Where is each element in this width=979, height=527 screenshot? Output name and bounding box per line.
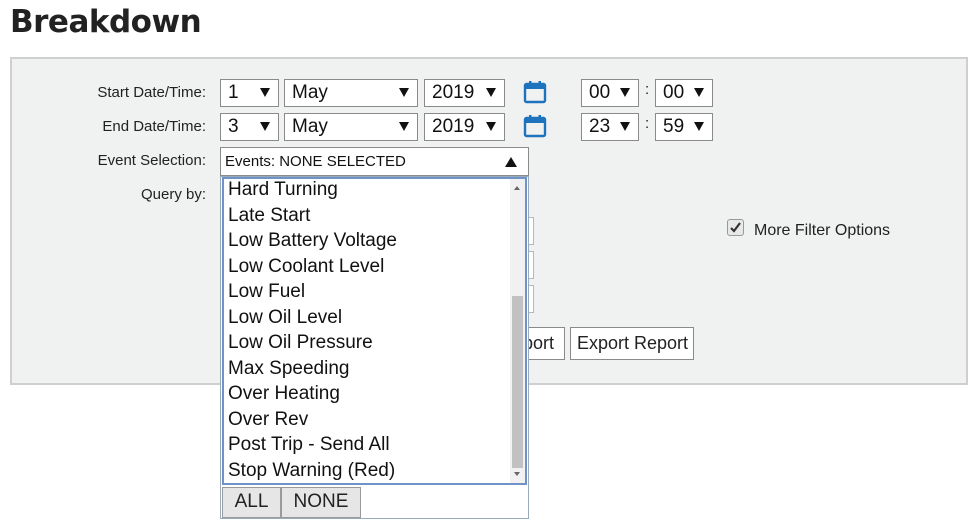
start-month-select[interactable]: May bbox=[284, 79, 418, 107]
list-item[interactable]: Stop Warning (Red) bbox=[228, 460, 395, 482]
start-year-value: 2019 bbox=[432, 82, 475, 103]
events-listbox[interactable]: Hard Turning Late Start Low Battery Volt… bbox=[222, 177, 527, 485]
chevron-down-icon bbox=[486, 88, 496, 97]
chevron-down-icon bbox=[620, 122, 630, 131]
chevron-up-icon bbox=[505, 157, 517, 167]
time-separator: : bbox=[645, 81, 650, 98]
end-day-value: 3 bbox=[228, 116, 239, 137]
list-item[interactable]: Hard Turning bbox=[228, 179, 338, 201]
more-filter-checkbox[interactable] bbox=[727, 219, 744, 236]
list-item[interactable]: Low Oil Pressure bbox=[228, 332, 373, 354]
scroll-down-icon[interactable] bbox=[514, 472, 520, 476]
list-item[interactable]: Over Heating bbox=[228, 383, 340, 405]
list-item[interactable]: Over Rev bbox=[228, 409, 308, 431]
scrollbar-thumb[interactable] bbox=[512, 296, 523, 468]
scroll-up-icon[interactable] bbox=[514, 186, 520, 190]
end-hour-value: 23 bbox=[589, 116, 611, 137]
export-report-button[interactable]: Export Report bbox=[570, 327, 694, 360]
list-item[interactable]: Low Fuel bbox=[228, 281, 305, 303]
chevron-down-icon bbox=[694, 88, 704, 97]
list-item[interactable]: Low Oil Level bbox=[228, 307, 342, 329]
events-select[interactable]: Events: NONE SELECTED bbox=[220, 147, 529, 176]
event-selection-label: Event Selection: bbox=[97, 152, 206, 169]
query-by-label: Query by: bbox=[140, 186, 206, 203]
start-hour-value: 00 bbox=[589, 82, 611, 103]
list-item[interactable]: Late Start bbox=[228, 205, 310, 227]
list-item[interactable]: Low Battery Voltage bbox=[228, 230, 397, 252]
export-report-label: Export Report bbox=[577, 333, 689, 353]
end-minute-value: 59 bbox=[663, 116, 685, 137]
list-item[interactable]: Low Coolant Level bbox=[228, 256, 384, 278]
start-day-select[interactable]: 1 bbox=[220, 79, 279, 107]
select-none-button[interactable]: NONE bbox=[281, 487, 361, 518]
end-year-select[interactable]: 2019 bbox=[424, 113, 505, 141]
end-year-value: 2019 bbox=[432, 116, 475, 137]
chevron-down-icon bbox=[694, 122, 704, 131]
select-all-button[interactable]: ALL bbox=[222, 487, 281, 518]
start-datetime-label: Start Date/Time: bbox=[97, 84, 206, 101]
start-minute-select[interactable]: 00 bbox=[655, 79, 713, 107]
start-year-select[interactable]: 2019 bbox=[424, 79, 505, 107]
page-title: Breakdown bbox=[10, 4, 202, 40]
end-minute-select[interactable]: 59 bbox=[655, 113, 713, 141]
list-item[interactable]: Post Trip - Send All bbox=[228, 434, 390, 456]
calendar-icon[interactable] bbox=[523, 80, 547, 104]
chevron-down-icon bbox=[399, 122, 409, 131]
calendar-icon[interactable] bbox=[523, 114, 547, 138]
chevron-down-icon bbox=[260, 122, 270, 131]
end-datetime-label: End Date/Time: bbox=[102, 118, 206, 135]
end-day-select[interactable]: 3 bbox=[220, 113, 279, 141]
end-month-select[interactable]: May bbox=[284, 113, 418, 141]
more-filter-label: More Filter Options bbox=[754, 222, 891, 239]
start-minute-value: 00 bbox=[663, 82, 685, 103]
start-hour-select[interactable]: 00 bbox=[581, 79, 639, 107]
chevron-down-icon bbox=[620, 88, 630, 97]
end-month-value: May bbox=[292, 116, 328, 137]
chevron-down-icon bbox=[486, 122, 496, 131]
events-dropdown: Hard Turning Late Start Low Battery Volt… bbox=[220, 176, 529, 519]
time-separator: : bbox=[645, 115, 650, 132]
start-day-value: 1 bbox=[228, 82, 239, 103]
checkmark-icon bbox=[730, 222, 741, 233]
start-month-value: May bbox=[292, 82, 328, 103]
chevron-down-icon bbox=[260, 88, 270, 97]
chevron-down-icon bbox=[399, 88, 409, 97]
select-none-label: NONE bbox=[293, 491, 349, 512]
scrollbar[interactable] bbox=[510, 179, 525, 483]
events-select-value: Events: NONE SELECTED bbox=[225, 153, 406, 170]
end-hour-select[interactable]: 23 bbox=[581, 113, 639, 141]
select-all-label: ALL bbox=[234, 491, 269, 512]
list-item[interactable]: Max Speeding bbox=[228, 358, 349, 380]
